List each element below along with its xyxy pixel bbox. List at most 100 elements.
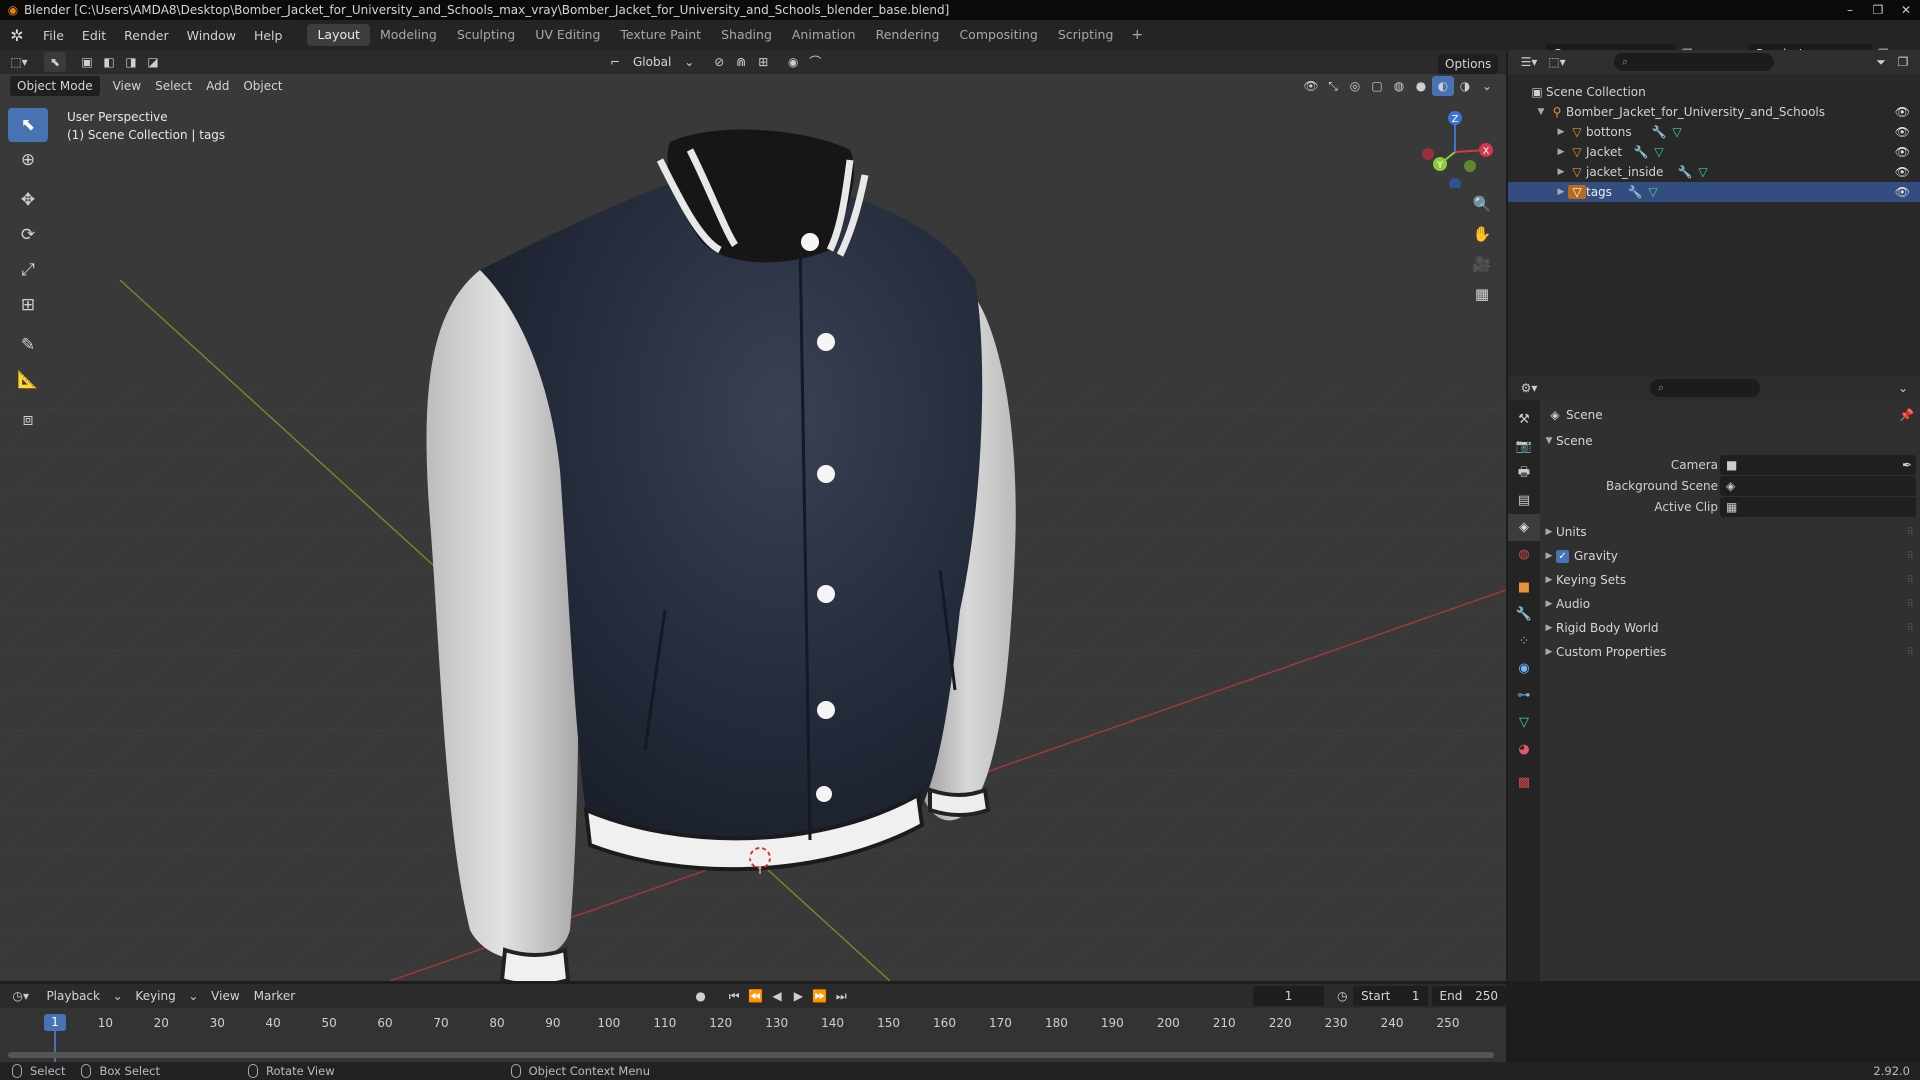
physics-tab-icon[interactable]: ◉ [1508,655,1540,682]
timeline-ruler[interactable]: 10 20 30 40 50 60 70 80 90 100 110 120 130 140 150 160 1… [0,1008,1506,1062]
overlay-toggle-icon[interactable]: ◎ [1344,76,1366,96]
custom-properties-panel[interactable]: ▶ Custom Properties ⠿ [1540,641,1920,663]
expand-triangle-icon[interactable]: ▶ [1554,167,1568,177]
timeline-scrollbar[interactable] [8,1052,1494,1058]
rotate-tool[interactable]: ⟳ [8,218,48,252]
gravity-checkbox[interactable]: ✓ [1556,549,1569,563]
eyedropper-icon[interactable]: ✒ [1902,455,1912,475]
expand-triangle-icon[interactable]: ▶ [1542,527,1556,537]
pivot-point-icon[interactable]: ⊘ [708,52,730,72]
menu-render[interactable]: Render [115,28,178,43]
visibility-icon[interactable]: 👁 [1300,76,1322,96]
expand-triangle-icon[interactable]: ▶ [1542,551,1556,561]
annotate-tool[interactable]: ✎ [8,328,48,362]
mesh-data-icon[interactable]: ▽ [1668,125,1686,139]
play-icon[interactable]: ▶ [788,986,809,1006]
next-keyframe-icon[interactable]: ⏩ [809,986,830,1006]
menu-add[interactable]: Add [199,76,236,96]
expand-triangle-icon[interactable]: ▶ [1542,623,1556,633]
tab-rendering[interactable]: Rendering [866,24,950,46]
menu-marker[interactable]: Marker [247,986,302,1006]
mesh-data-icon[interactable]: ▽ [1644,185,1662,199]
eye-icon[interactable]: 👁 [1895,162,1910,182]
outliner-editor-icon[interactable]: ☰▾ [1518,52,1540,72]
drag-handle-icon[interactable]: ⠿ [1907,551,1914,562]
scale-tool[interactable]: ⤢ [8,253,48,287]
menu-file[interactable]: File [34,28,73,43]
object-tab-icon[interactable]: ■ [1508,574,1540,601]
chevron-down-icon[interactable]: ⌄ [107,986,128,1006]
expand-triangle-icon[interactable]: ▶ [1554,187,1568,197]
transform-orientation-dropdown[interactable]: Global [626,52,678,72]
tab-uv-editing[interactable]: UV Editing [525,24,610,46]
selection-subtract-icon[interactable]: ◨ [120,52,142,72]
preview-range-icon[interactable]: ◷ [1332,986,1353,1006]
select-mode-icon[interactable]: ⬉ [44,52,66,72]
transform-tool[interactable]: ⊞ [8,288,48,322]
expand-triangle-icon[interactable]: ▶ [1554,127,1568,137]
menu-select[interactable]: Select [148,76,199,96]
add-cube-tool[interactable]: ⧈ [8,403,48,437]
view-layer-tab-icon[interactable]: ▤ [1508,487,1540,514]
jump-end-icon[interactable]: ⏭ [831,986,852,1006]
maximize-button[interactable]: ❐ [1864,0,1892,20]
eye-icon[interactable]: 👁 [1895,122,1910,142]
gizmo-toggle-icon[interactable]: ⤡ [1322,76,1344,96]
outliner-item-jacket-inside[interactable]: ▶ ▽ jacket_inside 🔧 ▽ 👁 [1508,162,1920,182]
outliner-item-bottons[interactable]: ▶ ▽ bottons 🔧 ▽ 👁 [1508,122,1920,142]
select-box-tool[interactable]: ⬉ [8,108,48,142]
data-tab-icon[interactable]: ▽ [1508,709,1540,736]
material-tab-icon[interactable]: ◕ [1508,736,1540,763]
prev-keyframe-icon[interactable]: ⏪ [745,986,766,1006]
tab-shading[interactable]: Shading [711,24,782,46]
output-tab-icon[interactable]: 🖶 [1508,460,1540,487]
modifier-wrench-icon[interactable]: 🔧 [1632,145,1650,159]
add-workspace-button[interactable]: + [1123,27,1151,43]
expand-triangle-icon[interactable]: ▶ [1554,147,1568,157]
menu-edit[interactable]: Edit [73,28,115,43]
wireframe-shading-icon[interactable]: ◍ [1388,76,1410,96]
navigation-gizmo[interactable]: Z X Y 🔍 ✋ 🎥 ▦ [1410,108,1500,303]
expand-triangle-icon[interactable]: ▼ [1542,436,1556,446]
perspective-grid-icon[interactable]: ▦ [1468,280,1496,308]
chevron-down-icon[interactable]: ⌄ [183,986,204,1006]
current-frame-marker[interactable]: 1 [44,1014,66,1031]
units-panel[interactable]: ▶ Units ⠿ [1540,521,1920,543]
menu-help[interactable]: Help [245,28,292,43]
menu-view[interactable]: View [204,986,246,1006]
active-clip-field[interactable]: ▦ [1720,497,1916,517]
tab-layout[interactable]: Layout [307,24,370,46]
current-frame-field[interactable]: 1 [1253,986,1324,1006]
tab-texture-paint[interactable]: Texture Paint [610,24,711,46]
tab-sculpting[interactable]: Sculpting [447,24,525,46]
menu-playback[interactable]: Playback [39,986,107,1006]
camera-field[interactable]: ■ ✒ [1720,455,1916,475]
snap-icon[interactable]: ⋒ [730,52,752,72]
selection-extend-icon[interactable]: ◧ [98,52,120,72]
constraints-tab-icon[interactable]: ⊶ [1508,682,1540,709]
properties-search-input[interactable]: ⌕ [1650,379,1760,397]
texture-tab-icon[interactable]: ▩ [1508,769,1540,796]
expand-triangle-icon[interactable]: ▶ [1542,599,1556,609]
chevron-down-icon[interactable]: ⌄ [678,52,700,72]
mesh-data-icon[interactable]: ▽ [1650,145,1668,159]
gravity-panel[interactable]: ▶ ✓ Gravity ⠿ [1540,545,1920,567]
outliner-item-jacket[interactable]: ▶ ▽ Jacket 🔧 ▽ 👁 [1508,142,1920,162]
menu-keying[interactable]: Keying [128,986,182,1006]
eye-icon[interactable]: 👁 [1895,102,1910,122]
modifier-tab-icon[interactable]: 🔧 [1508,601,1540,628]
mesh-data-icon[interactable]: ▽ [1694,165,1712,179]
play-reverse-icon[interactable]: ◀ [766,986,787,1006]
filter-icon[interactable]: ⏷ [1870,52,1892,72]
mode-dropdown[interactable]: Object Mode [10,76,100,96]
selection-new-icon[interactable]: ▣ [76,52,98,72]
world-tab-icon[interactable]: ◍ [1508,541,1540,568]
zoom-icon[interactable]: 🔍 [1468,190,1496,218]
new-collection-icon[interactable]: ❐ [1892,52,1914,72]
shading-options-icon[interactable]: ⌄ [1476,76,1498,96]
scene-tab-icon[interactable]: ◈ [1508,514,1540,541]
drag-handle-icon[interactable]: ⠿ [1907,575,1914,586]
menu-view[interactable]: View [106,76,148,96]
options-dropdown[interactable]: Options [1438,54,1499,74]
drag-handle-icon[interactable]: ⠿ [1907,527,1914,538]
